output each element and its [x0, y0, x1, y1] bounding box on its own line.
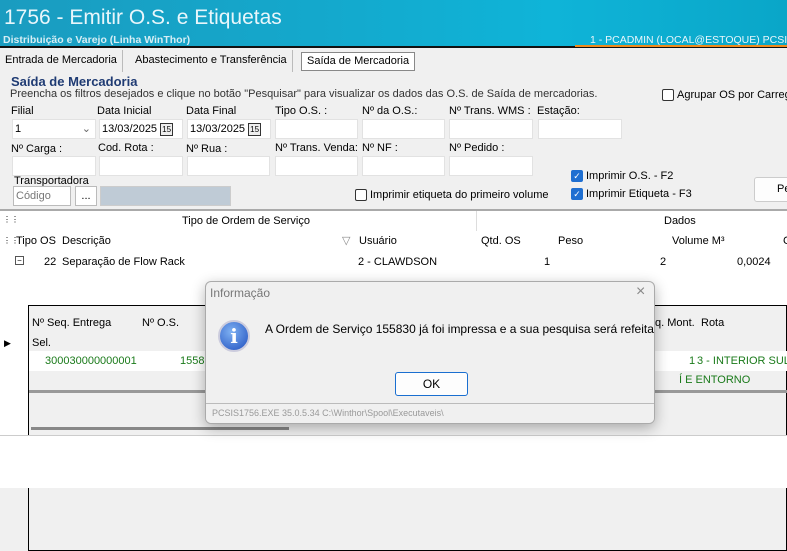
- cell-usuario: 2 - CLAWDSON: [358, 256, 438, 268]
- col-sel[interactable]: Sel.: [32, 337, 51, 349]
- app-subtitle: Distribuição e Varejo (Linha WinThor): [3, 34, 191, 46]
- num-os-label: Nº da O.S.:: [362, 105, 418, 117]
- horizontal-scrollbar[interactable]: [31, 427, 289, 430]
- data-inicial-value: 13/03/2025: [102, 123, 158, 135]
- col-volume[interactable]: Volume M³: [672, 235, 725, 247]
- col-peso[interactable]: Peso: [558, 235, 583, 247]
- nf-label: Nº NF :: [362, 142, 398, 154]
- imprimir-os-label: Imprimir O.S. - F2: [586, 170, 674, 182]
- trans-wms-label: Nº Trans. WMS :: [449, 105, 531, 117]
- filial-value: 1: [15, 123, 22, 135]
- transportadora-search-button[interactable]: ...: [75, 186, 97, 206]
- col-qtd-os[interactable]: Qtd. OS: [481, 235, 521, 247]
- ok-button[interactable]: OK: [395, 372, 468, 396]
- agrupar-checkbox[interactable]: Agrupar OS por Carreg: [662, 89, 787, 102]
- filter-icon[interactable]: ▽: [342, 234, 350, 247]
- col-c[interactable]: C: [783, 235, 787, 247]
- title-bar: 1756 - Emitir O.S. e Etiquetas Distribui…: [0, 0, 787, 48]
- col-descricao[interactable]: Descrição: [62, 235, 111, 247]
- dialog-message: A Ordem de Serviço 155830 já foi impress…: [265, 322, 655, 336]
- data-final-value: 13/03/2025: [190, 123, 246, 135]
- col-tipo-os[interactable]: Tipo OS: [16, 235, 56, 247]
- app-title: 1756 - Emitir O.S. e Etiquetas: [4, 6, 282, 29]
- estacao-input[interactable]: [538, 119, 622, 139]
- collapse-icon[interactable]: −: [15, 256, 24, 265]
- calendar-icon[interactable]: 15: [160, 123, 174, 136]
- cell-mont: 1: [689, 355, 696, 367]
- cell-peso: 2: [660, 256, 667, 268]
- imprimir-etiqueta-label: Imprimir Etiqueta - F3: [586, 188, 692, 200]
- imprimir-etiqueta-checkbox[interactable]: ✓ Imprimir Etiqueta - F3: [571, 188, 692, 201]
- info-icon: i: [218, 320, 250, 352]
- rua-input[interactable]: [187, 156, 270, 176]
- agrupar-label: Agrupar OS por Carreg: [677, 89, 787, 101]
- trans-venda-label: Nº Trans. Venda:: [275, 142, 358, 154]
- row-indicator-icon: ▶: [4, 338, 11, 348]
- filial-select[interactable]: 1 ⌄: [12, 119, 96, 139]
- tab-entrada[interactable]: Entrada de Mercadoria: [0, 50, 123, 72]
- tipo-os-input[interactable]: [275, 119, 358, 139]
- carga-label: Nº Carga :: [11, 143, 63, 155]
- transportadora-name-field: [100, 186, 231, 206]
- filial-label: Filial: [11, 105, 34, 117]
- cell-qtd: 1: [544, 256, 551, 268]
- imprimir-primeiro-label: Imprimir etiqueta do primeiro volume: [370, 189, 549, 201]
- cell-volume: 0,0024: [737, 256, 771, 268]
- col-usuario[interactable]: Usuário: [359, 235, 397, 247]
- close-icon[interactable]: ×: [636, 283, 645, 301]
- data-inicial-label: Data Inicial: [97, 105, 152, 117]
- tab-saida[interactable]: Saída de Mercadoria: [301, 52, 416, 71]
- imprimir-primeiro-checkbox[interactable]: Imprimir etiqueta do primeiro volume: [355, 189, 549, 202]
- num-os-input[interactable]: [362, 119, 445, 139]
- estacao-label: Estação:: [537, 105, 580, 117]
- carga-input[interactable]: [12, 156, 96, 176]
- cell-descricao: Separação de Flow Rack: [62, 256, 185, 268]
- col-num-os[interactable]: Nº O.S.: [142, 317, 179, 329]
- transportadora-codigo-input[interactable]: Código: [13, 186, 71, 206]
- data-inicial-input[interactable]: 13/03/2025 15: [99, 119, 183, 139]
- rota-input[interactable]: [99, 156, 183, 176]
- cell-rota: 3 - INTERIOR SUL: [697, 355, 787, 367]
- col-seq-entrega[interactable]: Nº Seq. Entrega: [32, 317, 111, 329]
- dialog-title: Informação: [210, 286, 271, 300]
- info-dialog: Informação × i A Ordem de Serviço 155830…: [205, 281, 655, 424]
- column-chooser-icon[interactable]: ⋮⋮: [3, 215, 19, 224]
- band-dados: Dados: [664, 215, 696, 227]
- data-final-input[interactable]: 13/03/2025 15: [187, 119, 271, 139]
- nf-input[interactable]: [362, 156, 445, 176]
- section-description: Preencha os filtros desejados e clique n…: [10, 88, 598, 100]
- chevron-down-icon: ⌄: [81, 123, 91, 135]
- band-tipo-os: Tipo de Ordem de Serviço: [182, 215, 310, 227]
- imprimir-os-checkbox[interactable]: ✓ Imprimir O.S. - F2: [571, 170, 674, 183]
- pedido-label: Nº Pedido :: [449, 142, 505, 154]
- cell-seq: 300030000000001: [45, 355, 137, 367]
- col-mont[interactable]: q. Mont.: [655, 317, 695, 329]
- col-rota[interactable]: Rota: [701, 317, 724, 329]
- table-row[interactable]: − 22 Separação de Flow Rack 2 - CLAWDSON…: [14, 254, 787, 273]
- pesquisar-button[interactable]: Pe: [754, 177, 787, 202]
- dialog-footer: PCSIS1756.EXE 35.0.5.34 C:\Winthor\Spool…: [206, 403, 654, 423]
- rua-label: Nº Rua :: [186, 143, 228, 155]
- data-final-label: Data Final: [186, 105, 237, 117]
- trans-venda-input[interactable]: [275, 156, 358, 176]
- section-title: Saída de Mercadoria: [11, 74, 138, 89]
- tab-abastecimento[interactable]: Abastecimento e Transferência: [130, 50, 293, 72]
- trans-wms-input[interactable]: [449, 119, 533, 139]
- tipo-os-label: Tipo O.S. :: [275, 105, 328, 117]
- status-area: [0, 435, 787, 488]
- pedido-input[interactable]: [449, 156, 533, 176]
- cell-tipo: 22: [44, 256, 57, 268]
- rota-label: Cod. Rota :: [98, 142, 154, 154]
- cell-rota-2: Í E ENTORNO: [679, 374, 751, 386]
- accent-line: [575, 45, 787, 47]
- calendar-icon[interactable]: 15: [248, 123, 262, 136]
